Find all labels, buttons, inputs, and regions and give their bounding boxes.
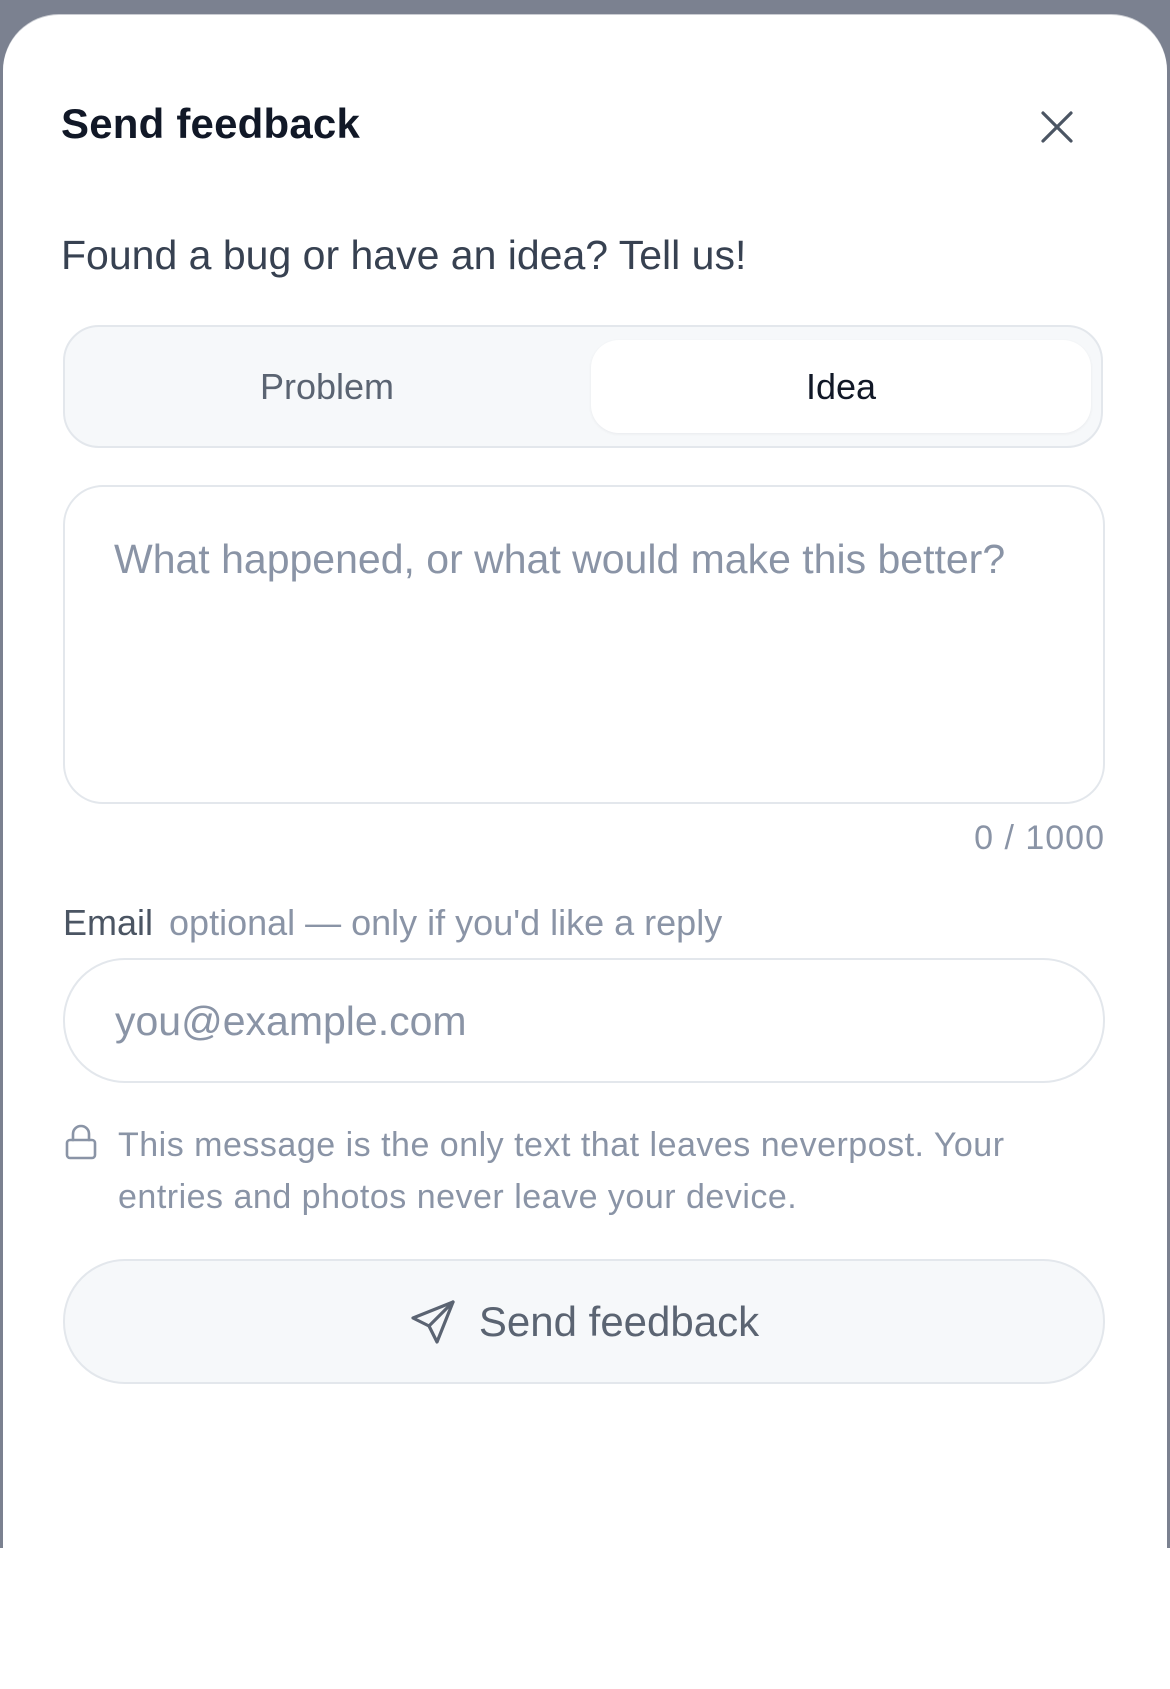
segment-idea[interactable]: Idea [591,340,1091,433]
send-feedback-button[interactable]: Send feedback [63,1259,1105,1384]
message-textarea[interactable] [114,529,1014,769]
lock-icon [65,1124,97,1160]
email-label: Email [63,902,154,943]
privacy-notice: This message is the only text that leave… [118,1126,1005,1216]
dialog-title: Send feedback [61,100,361,147]
message-field [63,485,1105,804]
dialog-subtitle: Found a bug or have an idea? Tell us! [61,232,747,278]
close-button[interactable] [1030,100,1084,154]
email-label-row: Email optional — only if you'd like a rep… [63,902,722,944]
send-icon [409,1298,457,1346]
email-hint: optional — only if you'd like a reply [169,902,723,943]
send-feedback-label: Send feedback [478,1297,760,1345]
bottom-area [0,1548,1170,1689]
close-icon [1041,111,1073,143]
character-counter: 0 / 1000 [974,819,1105,857]
segment-problem[interactable]: Problem [77,340,577,433]
email-input[interactable] [115,988,1055,1054]
feedback-type-selector: Problem Idea [63,325,1103,448]
email-field [63,958,1105,1083]
